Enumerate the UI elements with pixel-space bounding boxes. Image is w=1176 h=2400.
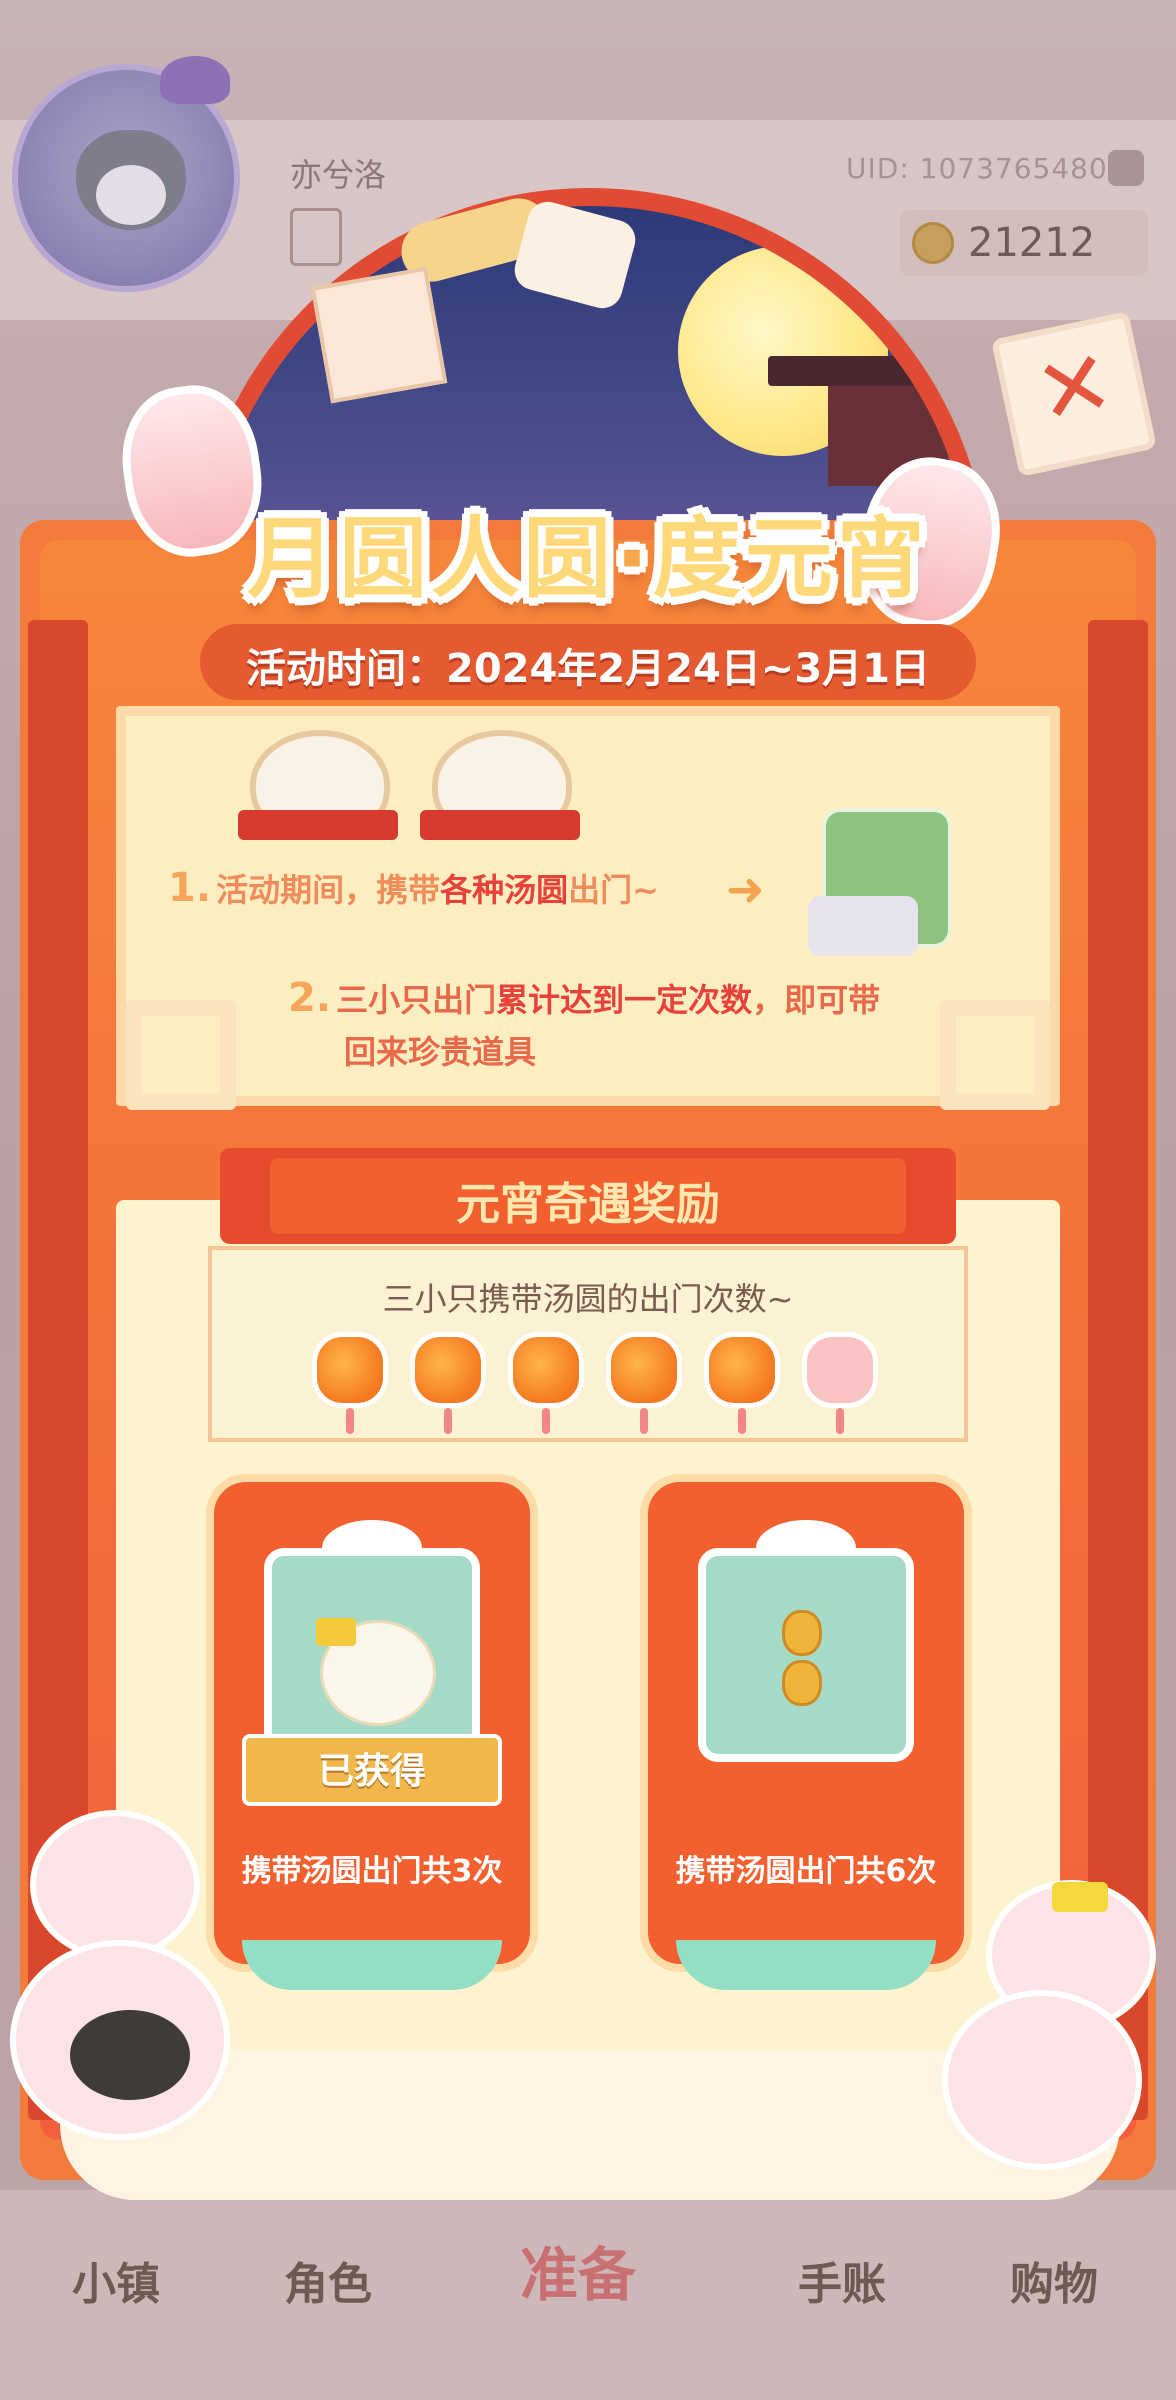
rule-2-number: 2. [288, 975, 332, 1021]
red-envelope-decor [420, 810, 580, 840]
crown-icon [316, 1618, 356, 1646]
cat-muzzle [96, 165, 166, 225]
lantern-tassel [444, 1408, 452, 1434]
red-envelope-decor [238, 810, 398, 840]
knot-decor [126, 1000, 236, 1110]
rule-1-number: 1. [168, 865, 212, 911]
tangyuan-mascot-right [942, 1990, 1142, 2170]
counter-label: 三小只携带汤圆的出门次数~ [382, 1280, 794, 1318]
username: 亦兮洛 [290, 156, 387, 194]
reward-card-footer [242, 1940, 502, 1990]
knot-decor [940, 1000, 1050, 1110]
calendar-icon[interactable] [290, 208, 342, 266]
coin-icon [912, 222, 954, 264]
rule-1-text: 活动期间，携带 [216, 871, 441, 909]
travel-bag-icon [808, 896, 918, 956]
rewards-title: 元宵奇遇奖励 [456, 1179, 720, 1230]
lantern-unlit-icon [802, 1332, 878, 1408]
lantern-lit-icon [508, 1332, 584, 1408]
nav-town[interactable]: 小镇 [72, 2248, 160, 2312]
title-left: 月圆人圆 [247, 507, 616, 610]
arrow-right-icon: ➜ [726, 862, 765, 916]
nav-shop[interactable]: 购物 [1010, 2248, 1098, 2312]
lantern-tassel [542, 1408, 550, 1434]
lantern-tassel [836, 1408, 844, 1434]
copy-icon[interactable] [1108, 150, 1144, 186]
crown-icon [1052, 1882, 1108, 1912]
coin-amount: 21212 [968, 220, 1096, 266]
rule-2-text: 三小只出门 [336, 981, 497, 1019]
lantern-charm-icon [782, 1660, 822, 1706]
reward-card-footer [676, 1940, 936, 1990]
reward-2-label: 携带汤圆出门共6次 [675, 1854, 937, 1889]
pagoda-roof [768, 356, 972, 386]
paper-lantern [310, 266, 448, 404]
claimed-label: 已获得 [317, 1751, 426, 1792]
lantern-lit-icon [704, 1332, 780, 1408]
tangyuan-mascot-left-top [30, 1810, 200, 1960]
rule-2-highlight: 累计达到一定次数 [496, 981, 753, 1019]
lantern-lit-icon [312, 1332, 388, 1408]
event-time: 活动时间：2024年2月24日~3月1日 [245, 646, 930, 692]
uid-text: UID: 1073765480 [846, 152, 1108, 185]
close-x-icon: ✕ [1026, 329, 1123, 448]
mushroom-decor-icon [160, 56, 230, 104]
title-dot: · [615, 507, 653, 610]
rule-2-text-mid: ，即可带 [752, 981, 881, 1019]
nav-journal[interactable]: 手账 [798, 2248, 886, 2312]
lantern-tassel [346, 1408, 354, 1434]
lantern-lit-icon [606, 1332, 682, 1408]
event-title: 月圆人圆·度元宵 [0, 488, 1176, 615]
title-right: 度元宵 [652, 507, 929, 610]
owl-face-icon [70, 2010, 190, 2100]
close-button[interactable]: ✕ [990, 310, 1158, 478]
lantern-charm-icon [782, 1610, 822, 1656]
rule-2-text-end: 回来珍贵道具 [344, 1033, 537, 1071]
rule-1-highlight: 各种汤圆 [440, 871, 569, 909]
lantern-lit-icon [410, 1332, 486, 1408]
lantern-tassel [738, 1408, 746, 1434]
lantern-tassel [640, 1408, 648, 1434]
nav-character[interactable]: 角色 [284, 2248, 372, 2312]
rule-1-text-end: 出门~ [568, 871, 659, 909]
rule-2: 2. 三小只出门累计达到一定次数，即可带 回来珍贵道具 [288, 974, 948, 1078]
rule-1: 1. 活动期间，携带各种汤圆出门~ [168, 864, 659, 916]
reward-1-label: 携带汤圆出门共3次 [241, 1854, 503, 1889]
nav-prepare[interactable]: 准备 [520, 2228, 636, 2312]
